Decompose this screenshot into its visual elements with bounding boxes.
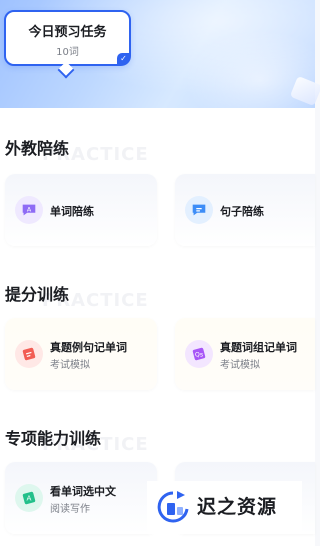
svg-text:Qs: Qs: [195, 352, 203, 359]
section-title-foreign-teacher: 外教陪练: [5, 139, 70, 158]
card-exam-phrase-words[interactable]: Qs 真题词组记单词 考试模拟: [175, 318, 315, 390]
phrase-icon: Qs: [185, 340, 213, 368]
card-sentence-practice[interactable]: 句子陪练: [175, 174, 315, 246]
brand-watermark: 迟之资源: [147, 481, 302, 534]
card-subtitle: 考试模拟: [50, 360, 90, 371]
section-title-score-training: 提分训练: [5, 285, 70, 304]
card-title: 句子陪练: [220, 205, 264, 218]
task-title: 今日预习任务: [28, 25, 107, 40]
card-word-practice[interactable]: A 单词陪练: [5, 174, 157, 246]
card-subtitle: 阅读写作: [50, 504, 90, 515]
example-sentence-icon: [15, 340, 43, 368]
card-title: 真题例句记单词: [50, 341, 127, 354]
card-choose-chinese[interactable]: A 看单词选中文 阅读写作: [5, 462, 157, 534]
svg-text:A: A: [27, 494, 32, 503]
card-title: 真题词组记单词: [220, 341, 297, 354]
svg-text:A: A: [27, 206, 32, 213]
task-word-count: 10词: [56, 47, 79, 58]
daily-preview-task-bubble[interactable]: 今日预习任务 10词 ✓: [4, 10, 131, 66]
sentence-practice-icon: [185, 196, 213, 224]
choose-chinese-icon: A: [15, 484, 43, 512]
card-exam-sentence-words[interactable]: 真题例句记单词 考试模拟: [5, 318, 157, 390]
card-title: 看单词选中文: [50, 485, 116, 498]
brand-text: 迟之资源: [197, 496, 278, 518]
word-practice-icon: A: [15, 196, 43, 224]
section-title-special-skills: 专项能力训练: [5, 429, 102, 448]
brand-logo-icon: [157, 491, 189, 523]
card-title: 单词陪练: [50, 205, 94, 218]
card-subtitle: 考试模拟: [220, 360, 260, 371]
